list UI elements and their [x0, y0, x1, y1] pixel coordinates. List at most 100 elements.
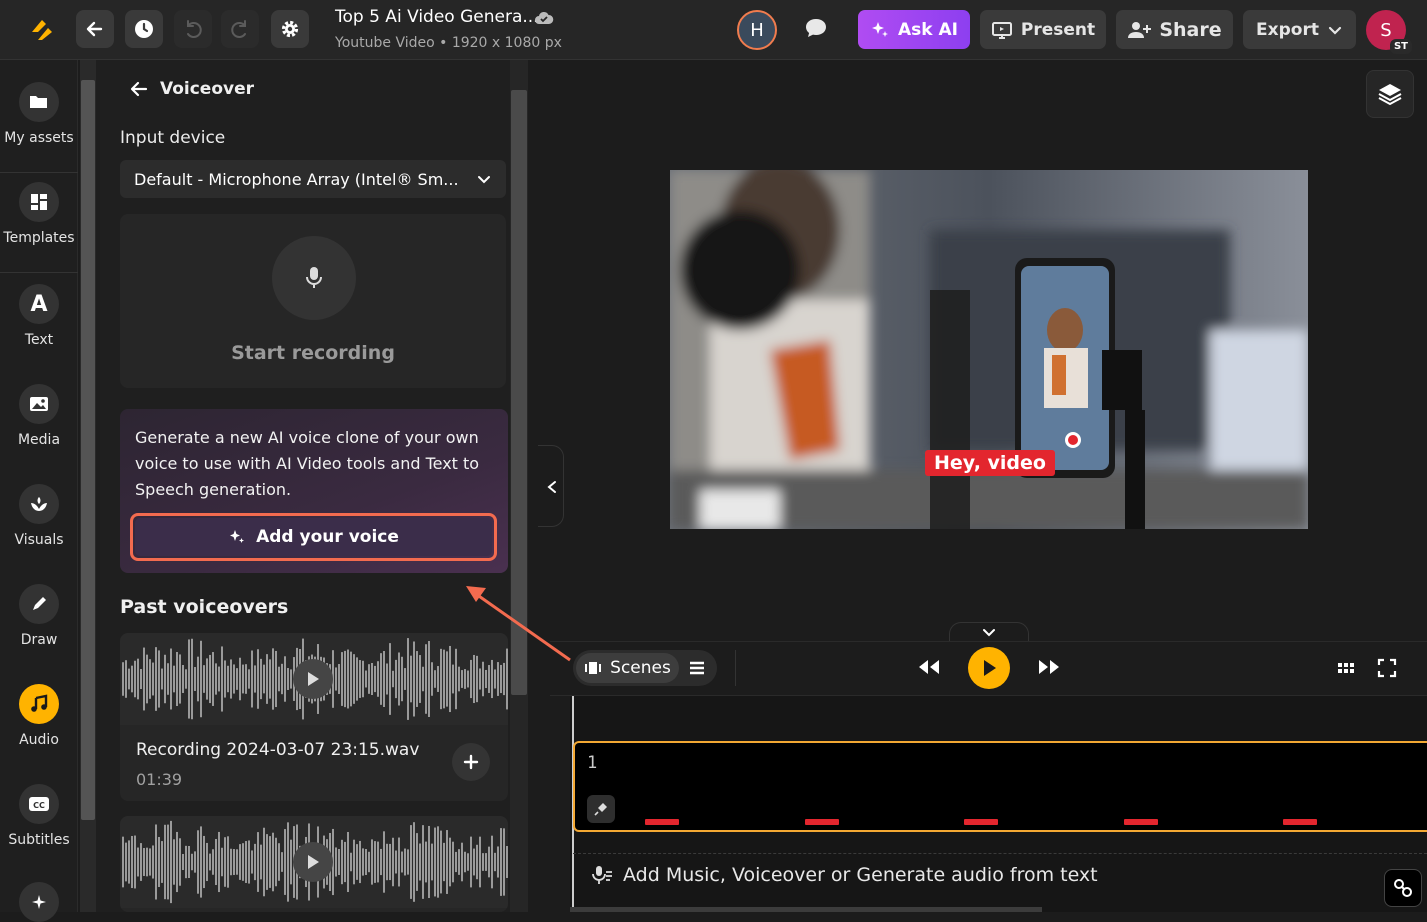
sidebar-item-label: My assets [4, 130, 74, 146]
video-caption[interactable]: Hey, video [925, 450, 1055, 476]
microphone-icon [306, 267, 322, 288]
sidebar-item-my-assets[interactable]: My assets [0, 82, 78, 146]
play-pause-button[interactable] [968, 647, 1010, 689]
recording-area: Start recording [120, 214, 506, 388]
undo-icon [187, 20, 202, 38]
video-canvas[interactable]: Hey, video [670, 170, 1308, 529]
history-button[interactable] [125, 10, 163, 48]
scene-caption-marker [964, 819, 998, 825]
scenes-toggle[interactable]: Scenes [573, 650, 717, 686]
sidebar-item-audio[interactable]: Audio [0, 684, 78, 748]
sidebar-item-draw[interactable]: Draw [0, 584, 78, 648]
voiceover-back-button[interactable]: Voiceover [130, 79, 254, 99]
recording-card[interactable]: Recording 2024-03-07 23:15.wav 01:39 [120, 633, 508, 801]
fullscreen-button[interactable] [1377, 658, 1397, 682]
comments-icon[interactable] [803, 16, 829, 44]
link-icon [1394, 879, 1412, 897]
add-your-voice-button[interactable]: Add your voice [130, 513, 497, 561]
add-user-icon [1128, 21, 1152, 38]
add-audio-label: Add Music, Voiceover or Generate audio f… [623, 863, 1098, 886]
scene-track[interactable]: 1 [573, 741, 1427, 832]
sidebar: My assets Templates A Text Media Visuals… [0, 60, 78, 922]
add-audio-track[interactable]: Add Music, Voiceover or Generate audio f… [573, 853, 1427, 895]
panel-scroll-thumb[interactable] [511, 90, 527, 695]
folder-icon [19, 82, 59, 122]
rewind-button[interactable] [916, 657, 942, 681]
app-logo[interactable] [26, 14, 58, 46]
start-recording-label[interactable]: Start recording [120, 342, 506, 364]
gear-icon [281, 20, 299, 38]
sidebar-item-subtitles[interactable]: CC Subtitles [0, 784, 78, 848]
recording-name: Recording 2024-03-07 23:15.wav [136, 740, 420, 760]
list-icon[interactable] [688, 660, 706, 676]
add-voice-label: Add your voice [256, 527, 399, 547]
share-button[interactable]: Share [1116, 10, 1233, 49]
undo-button[interactable] [174, 10, 212, 48]
sparkle-icon [872, 21, 888, 37]
input-device-label: Input device [120, 128, 226, 148]
audio-add-icon [592, 865, 612, 884]
fast-forward-icon [1039, 660, 1059, 674]
collapse-panel-button[interactable] [538, 445, 564, 527]
sidebar-item-visuals[interactable]: Visuals [0, 484, 78, 548]
cc-icon: CC [19, 784, 59, 824]
music-icon [19, 684, 59, 724]
chevron-down-icon [983, 629, 995, 637]
export-button[interactable]: Export [1243, 10, 1356, 49]
timeline-scrollbar[interactable] [570, 907, 1042, 912]
sparkle-icon [19, 882, 59, 922]
sidebar-item-label: Templates [3, 230, 75, 246]
timeline-toggle[interactable] [949, 622, 1029, 642]
back-button[interactable] [76, 10, 114, 48]
sidebar-item-label: Audio [19, 732, 59, 748]
play-icon [308, 672, 319, 686]
grid-view-button[interactable] [1337, 659, 1355, 681]
settings-button[interactable] [271, 10, 309, 48]
present-label: Present [1020, 19, 1096, 40]
sidebar-item-text[interactable]: A Text [0, 284, 78, 348]
templates-icon [19, 182, 59, 222]
scene-voiceover-button[interactable] [587, 795, 615, 823]
sidebar-scroll-thumb[interactable] [81, 80, 95, 820]
sidebar-item-label: Media [17, 432, 61, 448]
play-icon [308, 855, 319, 869]
top-bar: Top 5 Ai Video Genera... Youtube Video •… [0, 0, 1427, 60]
input-device-select[interactable]: Default - Microphone Array (Intel® Sm... [120, 160, 506, 198]
add-recording-button[interactable] [452, 743, 490, 781]
play-button[interactable] [293, 842, 333, 882]
sidebar-item-templates[interactable]: Templates [0, 182, 78, 246]
scene-caption-marker [1124, 819, 1158, 825]
divider [735, 650, 736, 686]
chevron-down-icon [478, 176, 490, 184]
play-button[interactable] [293, 659, 333, 699]
scenes-label: Scenes [610, 658, 671, 678]
connect-button[interactable] [1384, 869, 1422, 907]
ask-ai-button[interactable]: Ask AI [858, 10, 970, 49]
redo-button[interactable] [221, 10, 259, 48]
sidebar-item-label: Subtitles [8, 832, 70, 848]
scene-caption-marker [645, 819, 679, 825]
divider [0, 272, 78, 273]
collaborator-avatar[interactable]: H [737, 10, 777, 50]
recording-duration: 01:39 [136, 770, 183, 789]
project-title[interactable]: Top 5 Ai Video Genera... [335, 7, 539, 27]
recording-card[interactable] [120, 816, 508, 912]
media-icon [19, 384, 59, 424]
sidebar-item-media[interactable]: Media [0, 384, 78, 448]
user-avatar[interactable]: S ST [1366, 10, 1412, 54]
arrow-left-icon [130, 81, 148, 97]
divider [0, 172, 78, 173]
scene-number: 1 [587, 753, 598, 773]
sidebar-item-more[interactable] [0, 882, 78, 922]
text-icon: A [19, 284, 59, 324]
fast-forward-button[interactable] [1036, 657, 1062, 681]
project-dimensions: Youtube Video • 1920 x 1080 px [335, 35, 562, 51]
scenes-tab[interactable]: Scenes [576, 653, 679, 683]
layers-button[interactable] [1366, 70, 1414, 118]
record-button[interactable] [272, 236, 356, 320]
present-button[interactable]: Present [980, 10, 1106, 49]
grid-icon [1338, 663, 1354, 673]
clock-icon [135, 20, 153, 38]
user-badge: ST [1389, 39, 1412, 54]
voice-clone-promo: Generate a new AI voice clone of your ow… [120, 409, 508, 573]
